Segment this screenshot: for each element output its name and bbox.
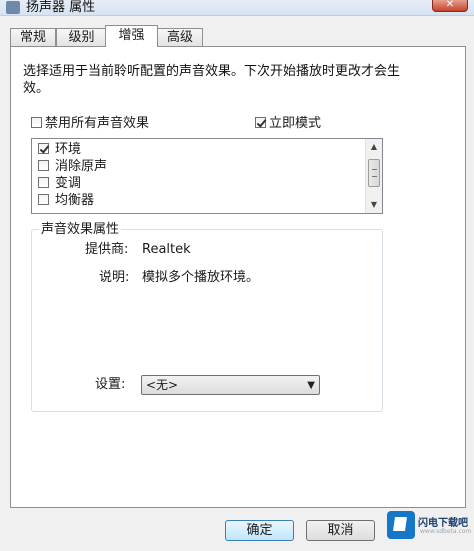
description-text: 选择适用于当前聆听配置的声音效果。下次开始播放时更改才会生效。 [23,64,401,96]
tab-strip: 常规 级别 增强 高级 [10,25,470,47]
effect-label: 均衡器 [55,193,95,208]
window-title: 扬声器 属性 [26,0,96,15]
scroll-down-icon[interactable]: ▼ [366,197,382,213]
chevron-down-icon: ▼ [307,380,315,391]
setting-dropdown[interactable]: <无> ▼ [141,375,320,395]
watermark-text: 闪电下载吧 [418,518,468,529]
grip-icon [372,169,377,177]
disable-all-effects-checkbox[interactable]: 禁用所有声音效果 [31,116,149,131]
provider-value: Realtek [142,242,191,257]
title-bar: 扬声器 属性 ✕ [0,0,474,16]
effect-label: 环境 [55,142,82,157]
effects-list[interactable]: 环境 消除原声 变调 均衡器 ▲ ▼ [31,138,383,214]
description-label: 说明: [99,270,130,285]
effect-label: 消除原声 [55,159,108,174]
tab-general[interactable]: 常规 [10,28,56,46]
speaker-icon [6,1,20,14]
provider-label: 提供商: [85,242,129,257]
group-legend: 声音效果属性 [39,222,122,237]
cancel-button[interactable]: 取消 [306,520,375,541]
tab-advanced[interactable]: 高级 [157,28,203,46]
effect-item-environment[interactable]: 环境 [38,143,81,157]
setting-label: 设置: [95,377,126,392]
checkbox-box [38,143,49,154]
watermark-subtext: www.sdbeta.com [420,528,472,535]
checkbox-box [38,194,49,205]
disable-all-effects-label: 禁用所有声音效果 [45,116,150,131]
scroll-up-icon[interactable]: ▲ [366,139,382,155]
checkbox-box [255,117,266,128]
checkbox-box [38,177,49,188]
checkbox-box [38,160,49,171]
effect-item-equalizer[interactable]: 均衡器 [38,194,94,208]
checkbox-box [31,117,42,128]
scroll-thumb[interactable] [368,159,380,187]
setting-selected-value: <无> [146,378,179,392]
immediate-mode-checkbox[interactable]: 立即模式 [255,116,321,131]
close-button[interactable]: ✕ [432,0,468,12]
effect-item-voice-cancellation[interactable]: 消除原声 [38,160,107,174]
tab-enhancements[interactable]: 增强 [105,25,158,47]
logo-icon [387,511,415,539]
properties-dialog: 扬声器 属性 ✕ 常规 级别 增强 高级 选择适用于当前聆听配置的声音效果。下次… [0,0,474,551]
effects-scrollbar[interactable]: ▲ ▼ [365,139,382,213]
watermark-logo: 闪电下载吧 www.sdbeta.com [384,507,474,547]
tab-levels[interactable]: 级别 [56,28,107,46]
effect-item-pitch-shift[interactable]: 变调 [38,177,81,191]
description-value: 模拟多个播放环境。 [142,270,260,285]
effect-label: 变调 [55,176,82,191]
immediate-mode-label: 立即模式 [269,116,322,131]
ok-button[interactable]: 确定 [225,520,294,541]
